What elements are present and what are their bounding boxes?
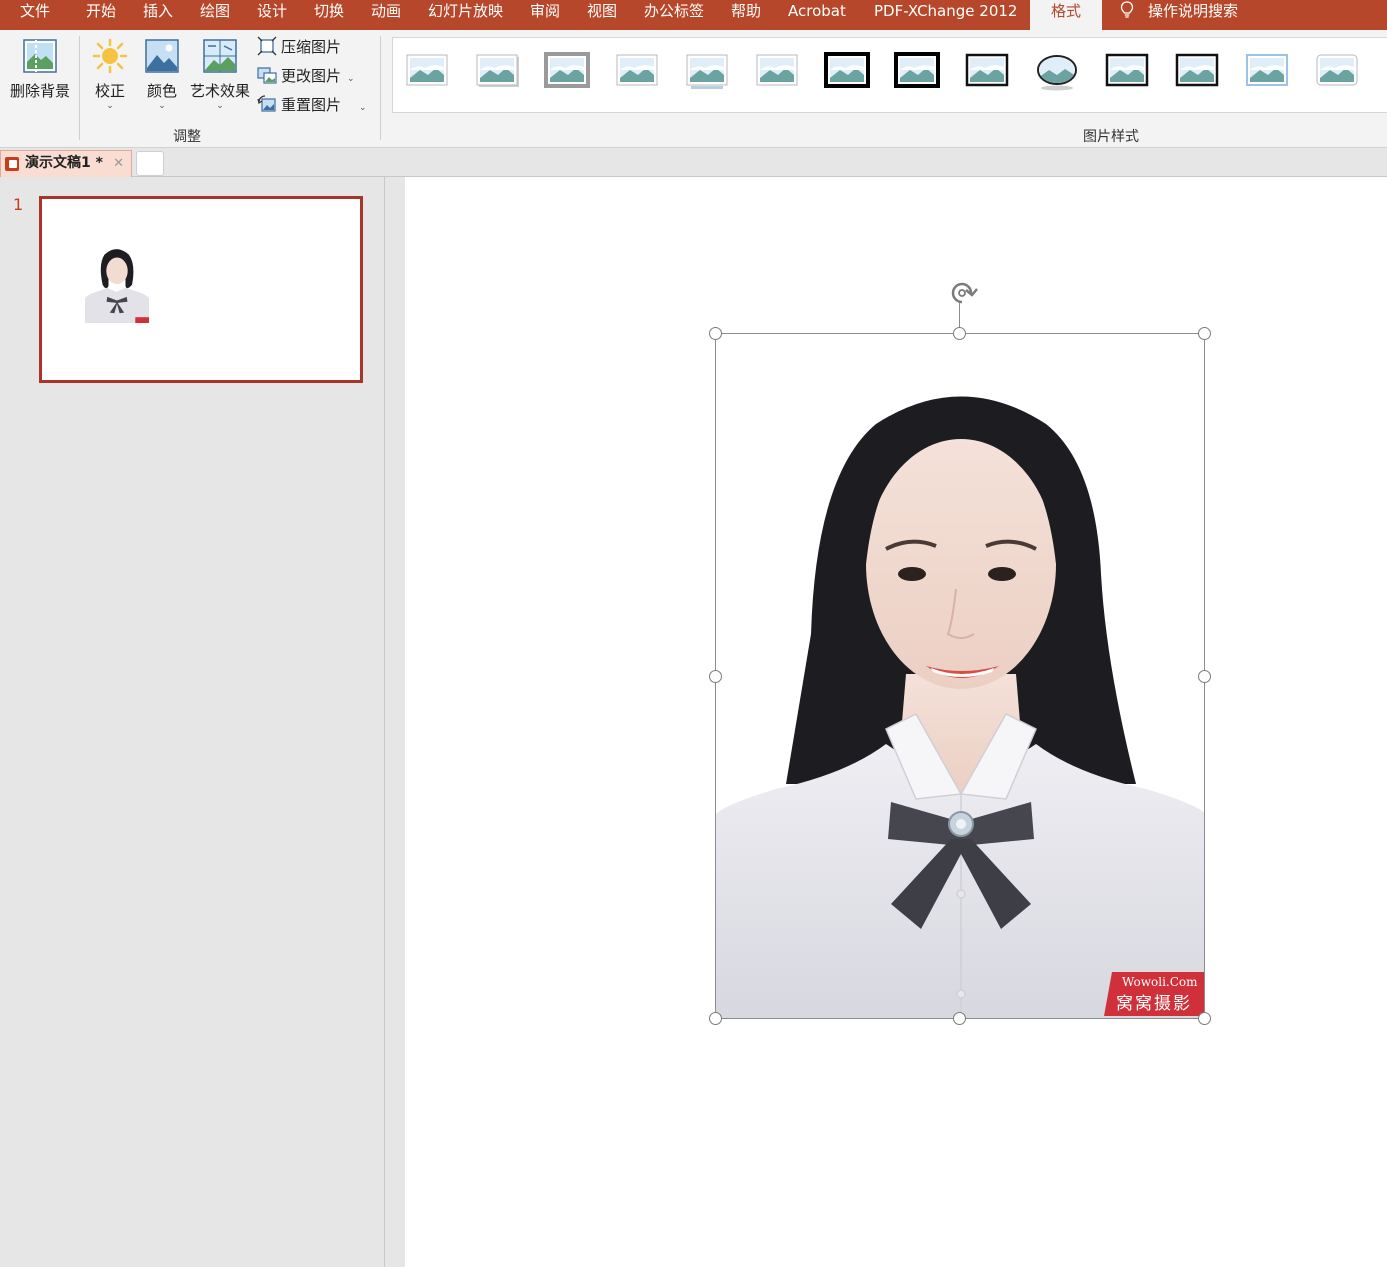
tab-file[interactable]: 文件 [20, 0, 50, 30]
resize-handle-top-left[interactable] [709, 327, 722, 340]
picture-style-thumbnail[interactable] [893, 48, 941, 94]
selected-portrait-image[interactable]: Wowoli.Com 窝窝摄影 [715, 333, 1205, 1019]
slide-thumbnail-pane: 1 [0, 177, 385, 1267]
tab-view[interactable]: 视图 [587, 0, 617, 30]
powerpoint-icon [5, 157, 19, 171]
chevron-down-icon: ⌄ [359, 103, 367, 113]
ribbon-separator [380, 36, 381, 140]
tab-acrobat[interactable]: Acrobat [788, 0, 846, 30]
change-picture-icon [257, 67, 277, 84]
picture-style-thumbnail[interactable] [753, 48, 801, 94]
artistic-effects-label: 艺术效果 [189, 82, 250, 100]
tab-design[interactable]: 设计 [257, 0, 287, 30]
group-label-adjust: 调整 [173, 129, 201, 145]
chevron-down-icon: ⌄ [347, 74, 355, 84]
tab-insert[interactable]: 插入 [143, 0, 173, 30]
picture-style-thumbnail[interactable] [403, 48, 451, 94]
tell-me-search[interactable]: 操作说明搜索 [1120, 0, 1238, 30]
resize-handle-right[interactable] [1198, 670, 1211, 683]
ribbon: 删除背景 校正 ⌄ 颜色 ⌄ 艺术效果 ⌄ 压缩图片 更改图片 ⌄ 重置图片 ⌄… [0, 30, 1387, 148]
artistic-effects-icon [203, 39, 237, 73]
compress-icon [257, 36, 277, 56]
corrections-label: 校正 [94, 82, 125, 100]
new-tab-button[interactable] [136, 151, 164, 176]
corrections-button[interactable]: 校正 ⌄ [90, 38, 130, 111]
remove-background-icon [23, 39, 57, 73]
tab-format[interactable]: 格式 [1030, 0, 1102, 30]
close-icon[interactable]: ✕ [113, 151, 124, 176]
change-picture-button[interactable]: 更改图片 ⌄ [257, 65, 355, 87]
picture-style-thumbnail[interactable] [1313, 48, 1361, 94]
tab-draw[interactable]: 绘图 [200, 0, 230, 30]
chevron-down-icon: ⌄ [158, 101, 166, 111]
tab-pdf-xchange[interactable]: PDF-XChange 2012 [874, 0, 1017, 30]
slide-thumbnail[interactable] [39, 196, 363, 383]
group-label-picture-styles: 图片样式 [1083, 129, 1139, 145]
change-picture-label: 更改图片 [281, 67, 342, 85]
picture-style-thumbnail[interactable] [543, 48, 591, 94]
reset-picture-label: 重置图片 [281, 96, 342, 114]
tab-animations[interactable]: 动画 [371, 0, 401, 30]
resize-handle-top[interactable] [953, 327, 966, 340]
picture-styles-gallery [392, 37, 1387, 113]
picture-style-thumbnail[interactable] [823, 48, 871, 94]
resize-handle-top-right[interactable] [1198, 327, 1211, 340]
picture-style-thumbnail[interactable] [1243, 48, 1291, 94]
tab-help[interactable]: 帮助 [731, 0, 761, 30]
picture-style-thumbnail[interactable] [1033, 48, 1081, 94]
resize-handle-left[interactable] [709, 670, 722, 683]
portrait-illustration [716, 334, 1204, 1018]
compress-pictures-button[interactable]: 压缩图片 [257, 36, 341, 58]
artistic-effects-button[interactable]: 艺术效果 ⌄ [189, 38, 251, 111]
reset-picture-button[interactable]: 重置图片 ⌄ [257, 94, 367, 116]
picture-style-thumbnail[interactable] [683, 48, 731, 94]
sun-icon [92, 38, 128, 74]
tab-slideshow[interactable]: 幻灯片放映 [428, 0, 503, 30]
picture-style-thumbnail[interactable] [473, 48, 521, 94]
resize-handle-bottom[interactable] [953, 1012, 966, 1025]
chevron-down-icon: ⌄ [106, 101, 114, 111]
resize-handle-bottom-left[interactable] [709, 1012, 722, 1025]
slide-number: 1 [13, 195, 24, 214]
watermark-cn-text: 窝窝摄影 [1116, 994, 1192, 1014]
tab-office-tabs[interactable]: 办公标签 [644, 0, 704, 30]
remove-background-button[interactable]: 删除背景 [9, 38, 71, 101]
watermark-badge: Wowoli.Com 窝窝摄影 [1104, 972, 1204, 1016]
picture-style-thumbnail[interactable] [1173, 48, 1221, 94]
ribbon-separator [79, 36, 80, 140]
remove-background-label: 删除背景 [9, 82, 70, 100]
picture-style-thumbnail[interactable] [613, 48, 661, 94]
color-label: 颜色 [146, 82, 177, 100]
thumbnail-portrait [85, 240, 149, 323]
tab-transitions[interactable]: 切换 [314, 0, 344, 30]
lightbulb-icon [1120, 1, 1134, 18]
pane-splitter[interactable] [386, 177, 404, 1267]
document-tab-strip: 演示文稿1 * ✕ [0, 148, 1387, 177]
search-label: 操作说明搜索 [1148, 2, 1239, 20]
picture-style-thumbnail[interactable] [1103, 48, 1151, 94]
tab-home[interactable]: 开始 [86, 0, 116, 30]
reset-picture-icon [257, 95, 276, 112]
document-tab[interactable]: 演示文稿1 * ✕ [0, 150, 132, 177]
color-picture-icon [145, 39, 179, 73]
color-button[interactable]: 颜色 ⌄ [142, 38, 182, 111]
menu-tab-bar: 文件 开始 插入 绘图 设计 切换 动画 幻灯片放映 审阅 视图 办公标签 帮助… [0, 0, 1387, 30]
picture-style-thumbnail[interactable] [963, 48, 1011, 94]
compress-label: 压缩图片 [281, 38, 342, 56]
rotate-handle-stem [959, 303, 960, 327]
resize-handle-bottom-right[interactable] [1198, 1012, 1211, 1025]
rotate-handle-icon[interactable] [946, 278, 978, 308]
chevron-down-icon: ⌄ [216, 101, 224, 111]
watermark-en-text: Wowoli.Com [1122, 975, 1198, 989]
tab-review[interactable]: 审阅 [530, 0, 560, 30]
document-tab-title: 演示文稿1 * [25, 155, 103, 171]
